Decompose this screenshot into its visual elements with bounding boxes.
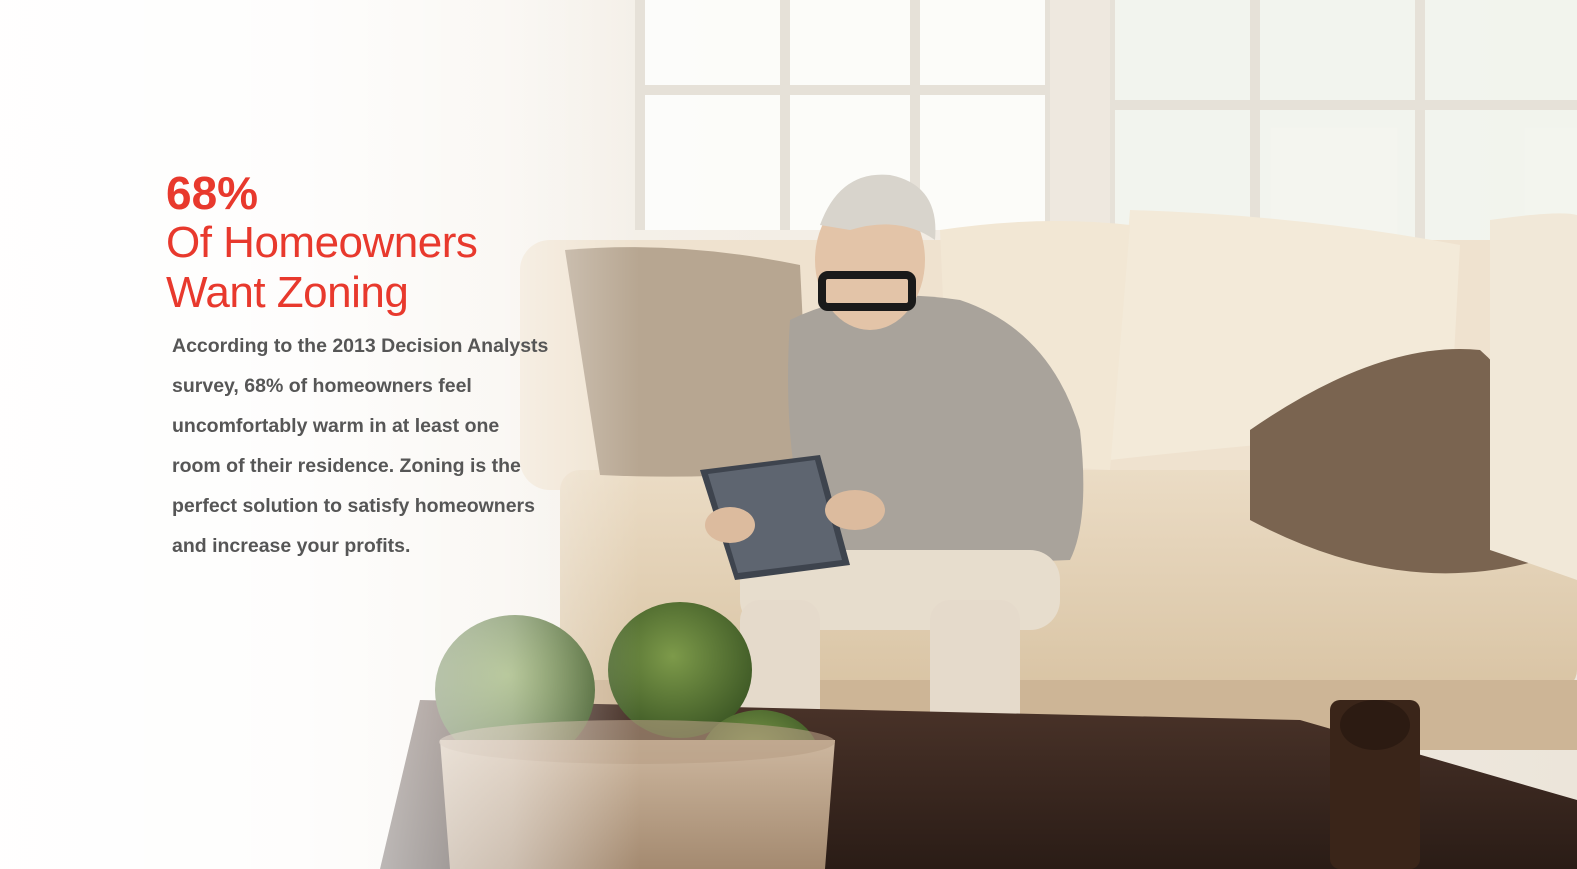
headline-line-1: Of Homeowners	[166, 218, 478, 267]
body-paragraph: According to the 2013 Decision Analysts …	[172, 335, 549, 557]
statistic-value: 68%	[166, 167, 259, 219]
headline-line-2: Want Zoning	[166, 268, 409, 317]
promo-copy: 68% Of Homeowners Want Zoning According …	[166, 168, 566, 566]
windows	[635, 0, 1577, 260]
